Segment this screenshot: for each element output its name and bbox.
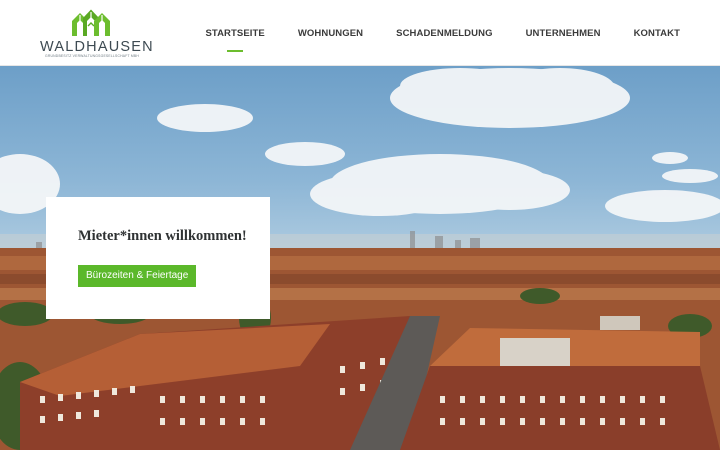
houses-logo-icon: [72, 9, 110, 36]
office-hours-button[interactable]: Bürozeiten & Feiertage: [78, 265, 197, 287]
welcome-title: Mieter*innen willkommen!: [78, 228, 247, 244]
nav-startseite[interactable]: STARTSEITE: [205, 28, 265, 52]
nav-wohnungen[interactable]: WOHNUNGEN: [298, 28, 363, 39]
logo[interactable]: WALDHAUSEN GRUNDBESITZ VERWALTUNGSGESELL…: [40, 8, 154, 60]
main-nav: STARTSEITE WOHNUNGEN SCHADENMELDUNG UNTE…: [172, 0, 680, 66]
nav-unternehmen[interactable]: UNTERNEHMEN: [526, 28, 601, 39]
logo-name: WALDHAUSEN: [40, 39, 154, 55]
nav-kontakt[interactable]: KONTAKT: [634, 28, 680, 39]
site-header: WALDHAUSEN GRUNDBESITZ VERWALTUNGSGESELL…: [0, 0, 720, 66]
welcome-card: Mieter*innen willkommen! Bürozeiten & Fe…: [46, 197, 270, 319]
logo-tagline: GRUNDBESITZ VERWALTUNGSGESELLSCHAFT MBH: [45, 54, 139, 58]
hero-section: Mieter*innen willkommen! Bürozeiten & Fe…: [0, 66, 720, 450]
nav-schadenmeldung[interactable]: SCHADENMELDUNG: [396, 28, 492, 39]
